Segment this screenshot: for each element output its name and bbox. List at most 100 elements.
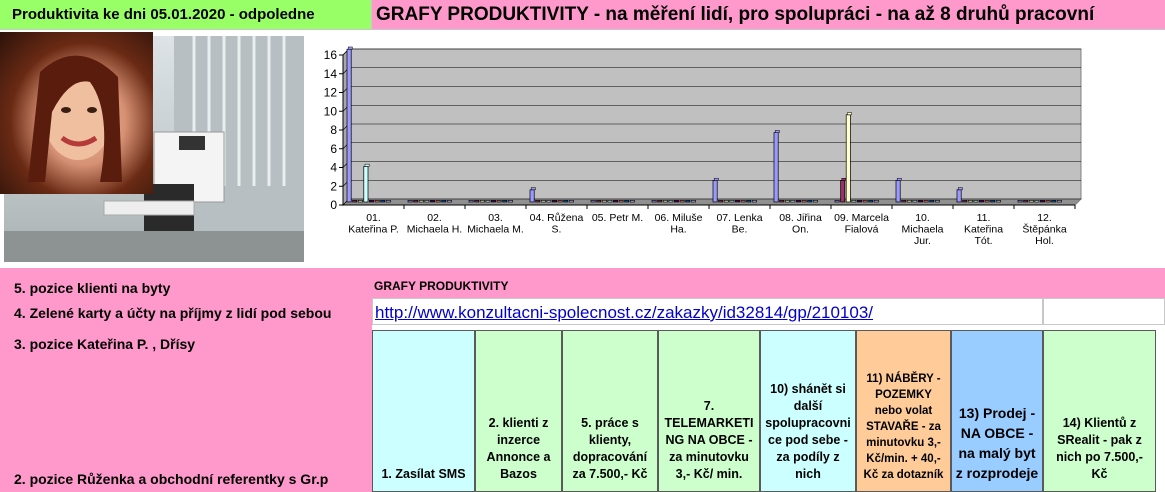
bar xyxy=(674,200,679,203)
column-header-telemarketing: 7. TELEMARKETI NG NA OBCE - za minutovku… xyxy=(658,330,760,492)
zakazky-link[interactable]: http://www.konzultacni-spolecnost.cz/zak… xyxy=(375,303,873,322)
y-tick-label: 14 xyxy=(324,67,338,81)
bar-top xyxy=(347,46,353,50)
bar xyxy=(746,200,752,203)
bar xyxy=(507,200,513,203)
bar xyxy=(357,200,363,203)
bar xyxy=(1028,200,1034,203)
x-tick-label: 01. Kateřina P. xyxy=(348,212,399,236)
bar xyxy=(352,200,358,203)
bar-top xyxy=(957,187,963,191)
grafy-productivity-label: GRAFY PRODUKTIVITY xyxy=(374,279,509,293)
y-tick-label: 16 xyxy=(324,48,338,62)
bar xyxy=(430,200,435,203)
bar xyxy=(657,200,663,203)
bar xyxy=(474,200,480,203)
y-tick-label: 8 xyxy=(330,123,337,137)
bar xyxy=(690,200,696,203)
x-tick-label: 04. Růžena S. xyxy=(530,212,584,236)
bar xyxy=(590,200,596,203)
bar xyxy=(862,200,868,203)
column-header-sms: 1. Zasílat SMS xyxy=(372,330,475,492)
bar xyxy=(552,200,557,203)
bar xyxy=(601,200,607,203)
y-tick-label: 2 xyxy=(330,179,337,193)
bar xyxy=(956,189,962,203)
empty-cell xyxy=(1043,298,1165,325)
bar xyxy=(385,200,391,203)
bar xyxy=(1017,200,1023,203)
bar xyxy=(840,180,846,203)
bar xyxy=(563,200,569,203)
bar xyxy=(529,189,535,203)
x-tick-label: 06. Miluše Ha. xyxy=(655,212,703,236)
bar xyxy=(1051,200,1057,203)
bar xyxy=(629,200,635,203)
productivity-chart: 0 2 4 6 8 10 12 14 16 01. Kateřina P. 02. Michaela H… xyxy=(306,30,1165,264)
column-header-inzerce: 2. klienti z inzerce Annonce a Bazos xyxy=(475,330,562,492)
bar xyxy=(901,200,907,203)
bar xyxy=(369,200,374,203)
bar xyxy=(346,48,352,203)
bar xyxy=(801,200,807,203)
column-header-prodej: 13) Prodej - NA OBCE - na malý byt z roz… xyxy=(951,330,1043,492)
bar xyxy=(424,200,430,203)
bar xyxy=(413,200,419,203)
bar xyxy=(535,200,541,203)
bar xyxy=(596,200,602,203)
position-5-label: 5. pozice klienti na byty xyxy=(14,280,171,296)
bar xyxy=(540,200,546,203)
bar xyxy=(418,200,424,203)
bar xyxy=(624,200,630,203)
bar xyxy=(729,200,735,203)
y-tick-label: 10 xyxy=(324,104,338,118)
chart-plot-area xyxy=(342,48,1082,207)
bar xyxy=(363,166,369,203)
column-header-srealit: 14) Klientů z SRealit - pak z nich po 7.… xyxy=(1043,330,1156,492)
bar xyxy=(380,200,386,203)
bar-top xyxy=(774,130,780,133)
bar xyxy=(485,200,491,203)
bar xyxy=(967,200,973,203)
bar xyxy=(668,200,674,203)
bar xyxy=(374,200,380,203)
bar xyxy=(873,200,879,203)
bar xyxy=(912,200,918,203)
bar xyxy=(446,200,452,203)
bar xyxy=(812,200,818,203)
bar xyxy=(995,200,1001,203)
bar xyxy=(723,200,729,203)
bar xyxy=(895,180,901,203)
y-tick-label: 0 xyxy=(330,198,337,212)
bar xyxy=(868,200,874,203)
bar-top xyxy=(847,112,852,116)
woman-portrait-photo xyxy=(0,32,153,194)
bar-top xyxy=(713,177,719,181)
bar xyxy=(751,200,757,203)
bar xyxy=(934,200,940,203)
bar xyxy=(1023,200,1029,203)
y-tick-label: 12 xyxy=(324,86,338,100)
bar xyxy=(990,200,996,203)
bar xyxy=(784,200,790,203)
bar xyxy=(712,180,718,203)
bar xyxy=(613,200,618,203)
bar xyxy=(851,200,857,203)
bar xyxy=(496,200,502,203)
y-tick-label: 4 xyxy=(330,161,337,175)
bar xyxy=(906,200,912,203)
bar xyxy=(984,200,990,203)
x-tick-label: 07. Lenka Be. xyxy=(716,212,762,236)
bar xyxy=(962,200,968,203)
bar xyxy=(718,200,724,203)
position-3-label: 3. pozice Kateřina P. , Dřísy xyxy=(14,336,196,352)
bar xyxy=(607,200,613,203)
bar xyxy=(834,200,840,203)
bar xyxy=(773,132,779,203)
x-tick-label: 09. Marcela Fialová xyxy=(834,212,889,236)
bar xyxy=(479,200,485,203)
bar xyxy=(735,200,740,203)
x-tick-label: 02. Michaela H. xyxy=(407,212,462,236)
bar xyxy=(679,200,685,203)
charts-title: GRAFY PRODUKTIVITY - na měření lidí, pro… xyxy=(372,0,1165,30)
